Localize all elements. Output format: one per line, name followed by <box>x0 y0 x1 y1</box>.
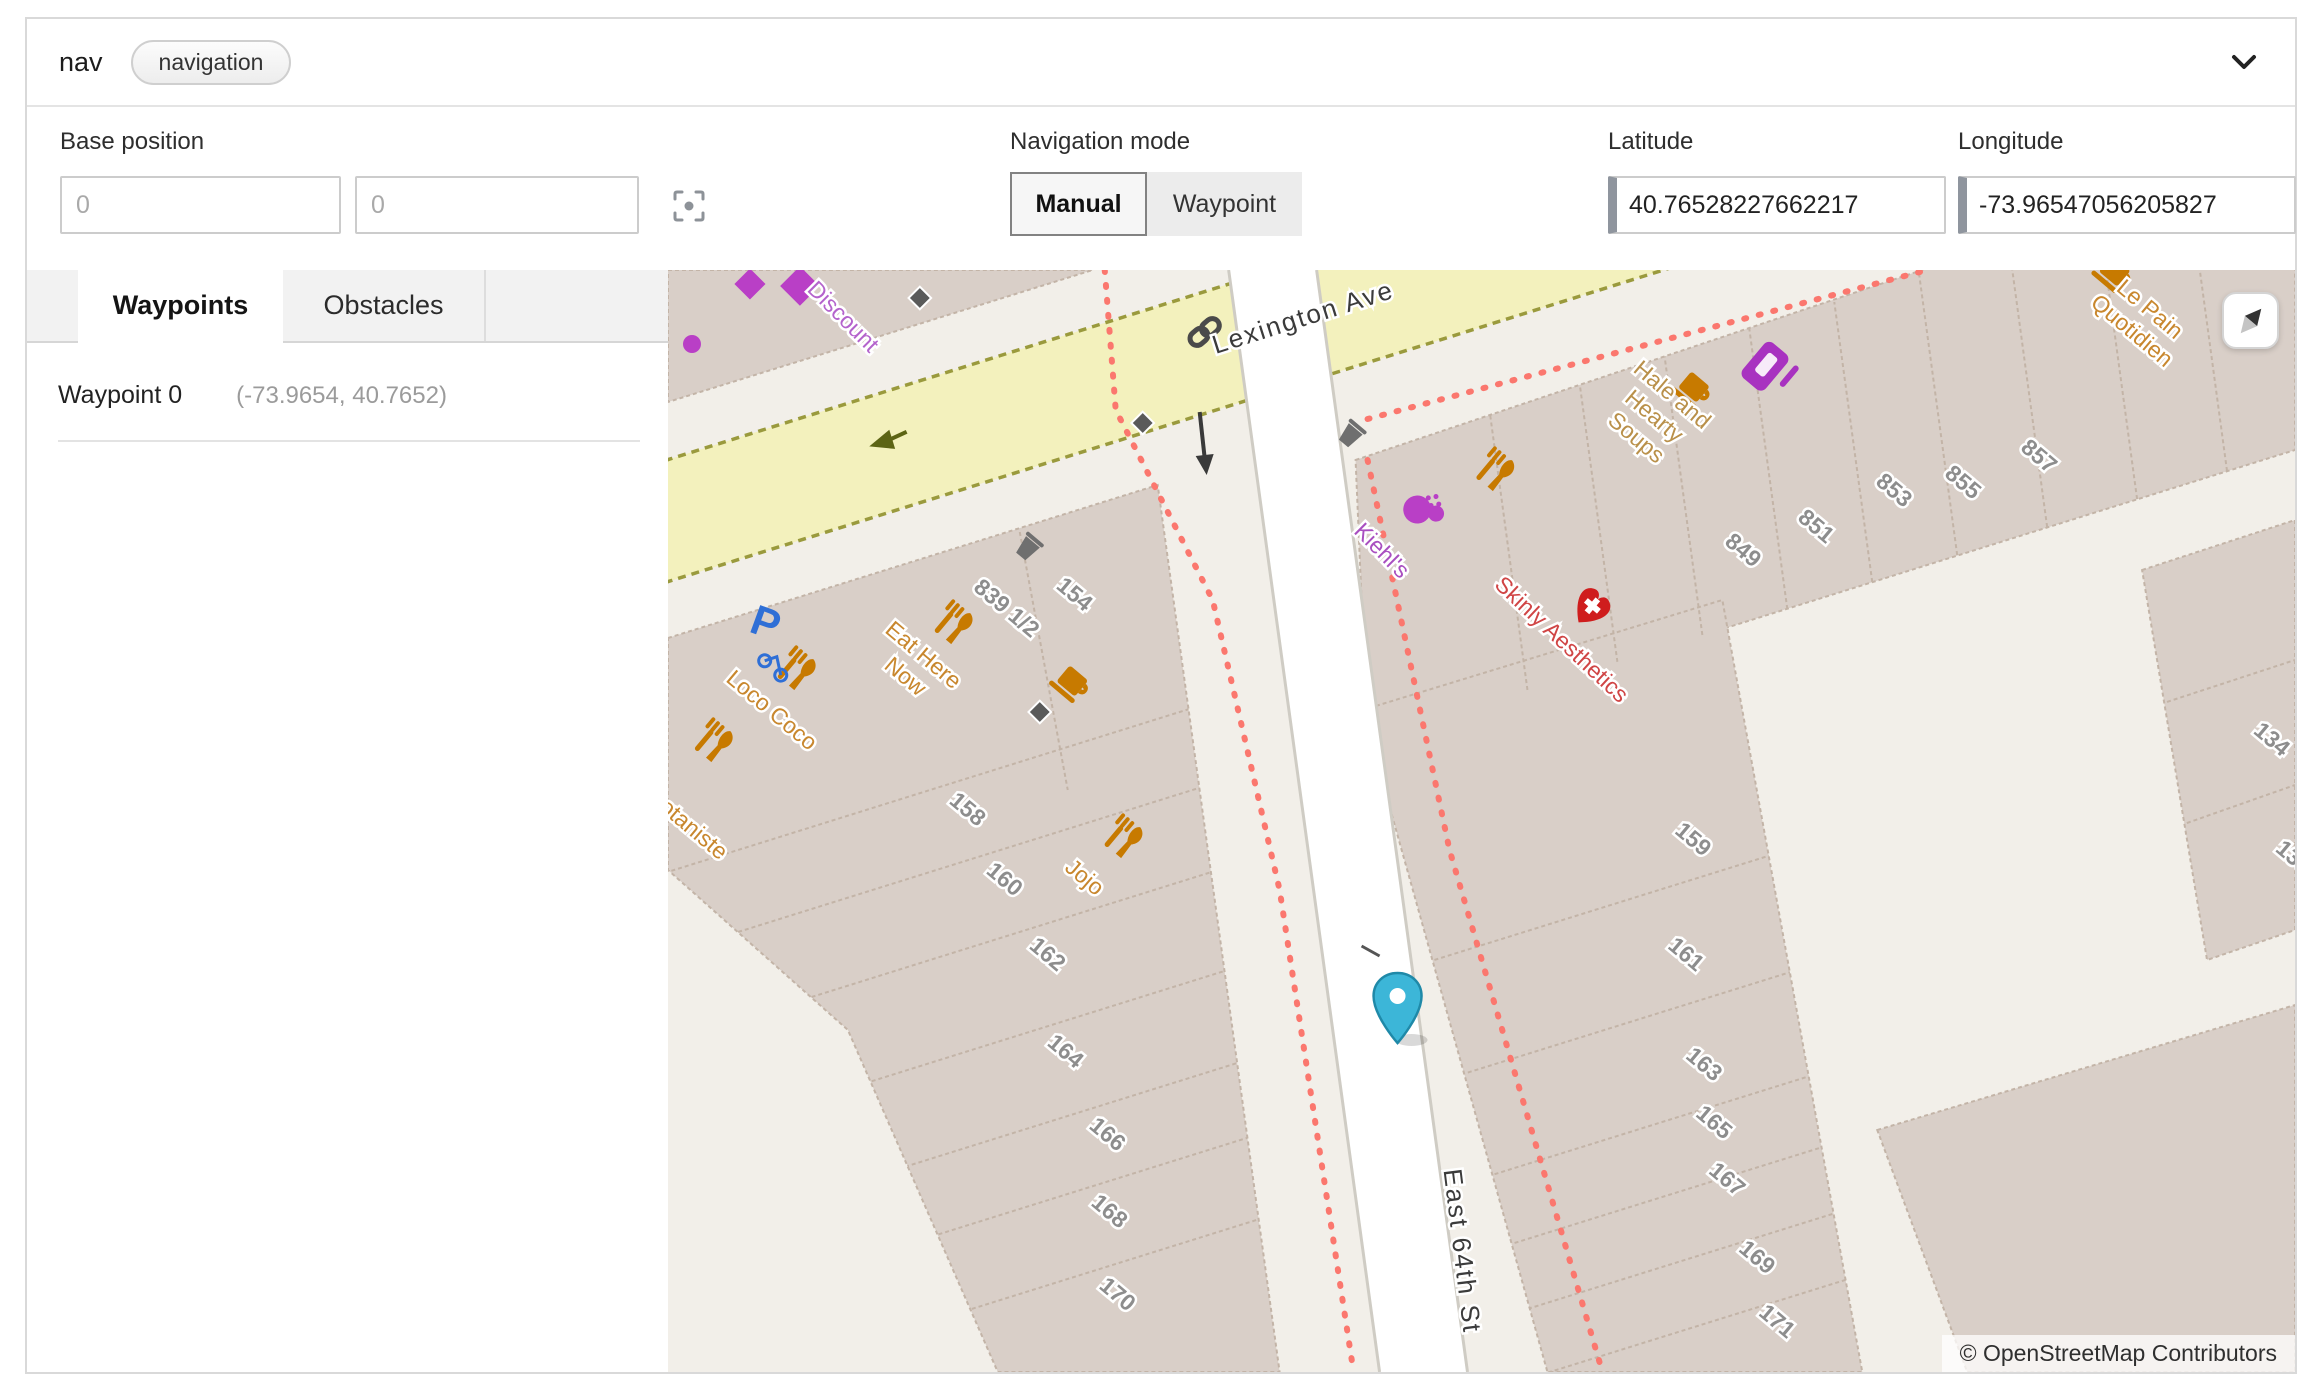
compass-icon <box>2233 303 2269 339</box>
widget-type-badge: navigation <box>131 40 292 85</box>
mode-waypoint-button[interactable]: Waypoint <box>1147 172 1302 236</box>
base-position-y-input[interactable] <box>355 176 639 234</box>
sidebar: Waypoints Obstacles Waypoint 0 (-73.9654… <box>27 270 668 1372</box>
waypoint-list-item[interactable]: Waypoint 0 (-73.9654, 40.7652) <box>58 365 640 442</box>
nav-widget-panel: nav navigation Base position Navigation … <box>25 17 2297 1374</box>
latitude-label: Latitude <box>1608 128 1693 156</box>
longitude-label: Longitude <box>1958 128 2063 156</box>
latitude-input[interactable] <box>1608 176 1946 234</box>
pick-on-map-button[interactable] <box>672 189 706 223</box>
widget-title: nav <box>59 47 103 78</box>
base-position-x-input[interactable] <box>60 176 341 234</box>
base-position-label: Base position <box>60 128 204 156</box>
collapse-button[interactable] <box>2225 43 2263 81</box>
chevron-down-icon <box>2227 45 2261 79</box>
map-canvas[interactable]: P Lexington Ave East 64th St 839 1/2 154… <box>668 270 2295 1372</box>
tab-waypoints[interactable]: Waypoints <box>78 270 283 343</box>
building-block-southeast <box>1877 1005 2295 1372</box>
map-attribution: © OpenStreetMap Contributors <box>1942 1335 2295 1372</box>
map-tiles: P Lexington Ave East 64th St 839 1/2 154… <box>668 270 2295 1372</box>
compass-button[interactable] <box>2222 292 2279 349</box>
waypoint-coordinates: (-73.9654, 40.7652) <box>236 382 447 410</box>
content-area: Waypoints Obstacles Waypoint 0 (-73.9654… <box>27 270 2295 1372</box>
longitude-input[interactable] <box>1958 176 2296 234</box>
waypoint-name: Waypoint 0 <box>58 381 182 410</box>
tab-spacer <box>27 270 78 341</box>
tab-obstacles[interactable]: Obstacles <box>283 270 486 341</box>
mode-manual-button[interactable]: Manual <box>1010 172 1147 236</box>
navigation-mode-label: Navigation mode <box>1010 128 1190 156</box>
widget-header: nav navigation <box>27 19 2295 107</box>
crosshair-icon <box>672 189 706 223</box>
navigation-mode-toggle: Manual Waypoint <box>1010 172 1302 236</box>
tab-strip: Waypoints Obstacles <box>27 270 668 343</box>
